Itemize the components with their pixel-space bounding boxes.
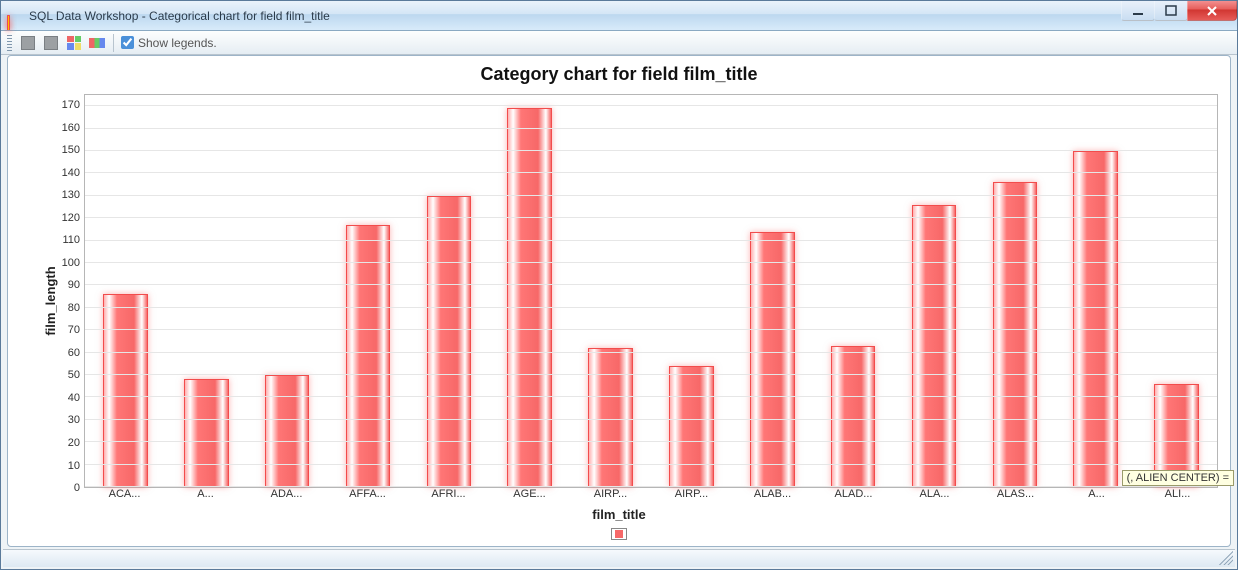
y-tick: 100: [52, 257, 80, 269]
chart-bar[interactable]: [588, 348, 632, 487]
maximize-icon: [1165, 5, 1177, 17]
chart-bar[interactable]: [1073, 151, 1117, 487]
y-tick: 10: [52, 460, 80, 472]
x-tick: AGE...: [513, 488, 545, 500]
y-tick: 40: [52, 392, 80, 404]
x-axis-label: film_title: [10, 507, 1228, 522]
chart-bar[interactable]: [507, 108, 551, 487]
gridline: [85, 284, 1217, 285]
swatch-icon: [21, 36, 35, 50]
gridline: [85, 195, 1217, 196]
chart-bar[interactable]: [912, 205, 956, 487]
x-tick: AIRP...: [594, 488, 627, 500]
chart-bar[interactable]: [750, 232, 794, 487]
window-title: SQL Data Workshop - Categorical chart fo…: [29, 9, 330, 23]
gridline: [85, 329, 1217, 330]
gridline: [85, 419, 1217, 420]
y-tick: 20: [52, 437, 80, 449]
toolbar: Show legends.: [1, 31, 1237, 55]
gridline: [85, 374, 1217, 375]
y-tick: 160: [52, 122, 80, 134]
palette-row-icon: [89, 38, 105, 48]
gridline: [85, 441, 1217, 442]
legend-swatch[interactable]: [611, 528, 627, 540]
y-tick: 110: [52, 234, 80, 246]
gridline: [85, 172, 1217, 173]
gridline: [85, 150, 1217, 151]
chart-bar[interactable]: [669, 366, 713, 487]
gridline: [85, 105, 1217, 106]
y-tick: 120: [52, 212, 80, 224]
chart-bar[interactable]: [346, 225, 390, 487]
palette-button-2[interactable]: [42, 34, 60, 52]
minimize-button[interactable]: [1121, 1, 1155, 21]
x-tick: AFRI...: [431, 488, 465, 500]
x-tick: ALA...: [920, 488, 950, 500]
gridline: [85, 128, 1217, 129]
x-tick: A...: [1088, 488, 1105, 500]
gridline: [85, 396, 1217, 397]
y-tick: 140: [52, 167, 80, 179]
show-legends-checkbox[interactable]: [121, 36, 134, 49]
gridline: [85, 352, 1217, 353]
y-tick: 30: [52, 414, 80, 426]
x-tick: AFFA...: [349, 488, 386, 500]
chart-title: Category chart for field film_title: [10, 58, 1228, 87]
gridline: [85, 240, 1217, 241]
x-tick: AIRP...: [675, 488, 708, 500]
y-tick: 60: [52, 347, 80, 359]
y-tick: 80: [52, 302, 80, 314]
x-axis-ticks: ACA... A... ADA... AFFA... AFRI... AGE... AIRP…: [84, 488, 1218, 504]
chart-bar[interactable]: [103, 294, 147, 487]
show-legends-toggle[interactable]: Show legends.: [121, 36, 217, 50]
close-button[interactable]: [1187, 1, 1237, 21]
y-tick: 130: [52, 189, 80, 201]
palette-button-4[interactable]: [88, 34, 106, 52]
y-tick: 0: [52, 482, 80, 494]
app-icon: [7, 8, 23, 24]
x-tick: ADA...: [271, 488, 303, 500]
maximize-button[interactable]: [1154, 1, 1188, 21]
palette-button-3[interactable]: [65, 34, 83, 52]
toolbar-separator: [113, 34, 114, 52]
legend-color-icon: [615, 530, 623, 538]
gridline: [85, 307, 1217, 308]
palette-icon: [67, 36, 81, 50]
x-tick: ALI...: [1165, 488, 1191, 500]
y-axis-ticks: 0102030405060708090100110120130140150160…: [54, 94, 82, 488]
y-tick: 90: [52, 279, 80, 291]
y-tick: 70: [52, 324, 80, 336]
close-icon: [1206, 5, 1218, 17]
chart-bar[interactable]: [265, 375, 309, 487]
gridline: [85, 486, 1217, 487]
chart-panel: Category chart for field film_title film…: [7, 55, 1231, 547]
chart-bar[interactable]: [831, 346, 875, 487]
resize-grip[interactable]: [1219, 551, 1233, 565]
show-legends-label: Show legends.: [138, 36, 217, 50]
gridline: [85, 262, 1217, 263]
gridline: [85, 464, 1217, 465]
titlebar: SQL Data Workshop - Categorical chart fo…: [1, 1, 1237, 31]
x-tick: ALAD...: [835, 488, 873, 500]
chart-tooltip: (, ALIEN CENTER) =: [1122, 470, 1234, 486]
y-tick: 50: [52, 369, 80, 381]
statusbar: [3, 549, 1235, 567]
gridline: [85, 217, 1217, 218]
swatch-icon: [44, 36, 58, 50]
minimize-icon: [1132, 5, 1144, 17]
palette-button-1[interactable]: [19, 34, 37, 52]
x-tick: ALAS...: [997, 488, 1034, 500]
toolbar-grip[interactable]: [7, 35, 12, 51]
y-tick: 170: [52, 99, 80, 111]
x-tick: A...: [197, 488, 214, 500]
x-tick: ACA...: [109, 488, 141, 500]
y-tick: 150: [52, 144, 80, 156]
window-controls: [1122, 1, 1237, 21]
x-tick: ALAB...: [754, 488, 791, 500]
plot-area[interactable]: [84, 94, 1218, 488]
